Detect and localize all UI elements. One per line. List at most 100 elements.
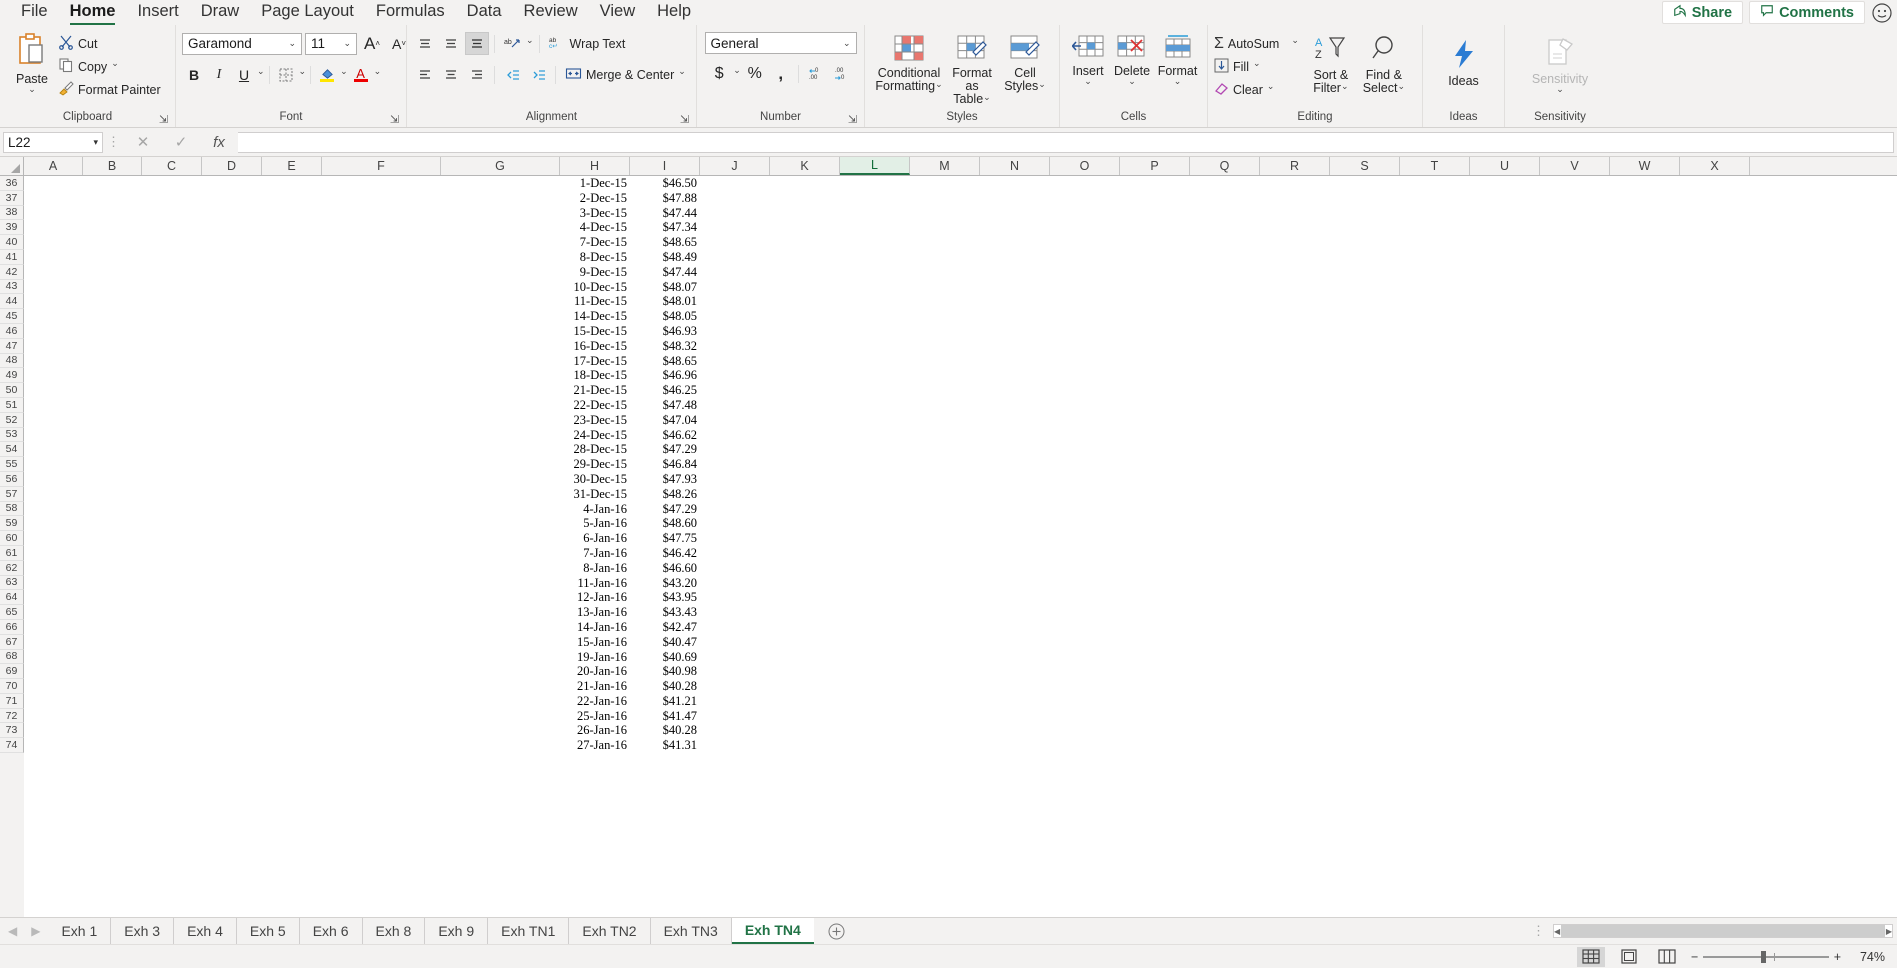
cell-K70[interactable] (770, 679, 840, 694)
column-header-p[interactable]: P (1120, 157, 1190, 175)
row-header[interactable]: 72 (0, 708, 24, 724)
cell-V53[interactable] (1540, 428, 1610, 443)
cell-G55[interactable] (441, 457, 560, 472)
cell-R56[interactable] (1260, 472, 1330, 487)
cell-V41[interactable] (1540, 250, 1610, 265)
cell-W59[interactable] (1610, 516, 1680, 531)
cell-R71[interactable] (1260, 694, 1330, 709)
cell-I42[interactable]: $47.44 (630, 265, 700, 280)
cell-A52[interactable] (24, 413, 83, 428)
cell-I51[interactable]: $47.48 (630, 398, 700, 413)
cell-U58[interactable] (1470, 502, 1540, 517)
cell-E50[interactable] (262, 383, 322, 398)
cell-I57[interactable]: $48.26 (630, 487, 700, 502)
cell-J38[interactable] (700, 206, 770, 221)
cell-I43[interactable]: $48.07 (630, 280, 700, 295)
cell-H65[interactable]: 13-Jan-16 (560, 605, 630, 620)
cell-G47[interactable] (441, 339, 560, 354)
cell-O45[interactable] (1050, 309, 1120, 324)
cell-W54[interactable] (1610, 442, 1680, 457)
cell-T53[interactable] (1400, 428, 1470, 443)
cell-E54[interactable] (262, 442, 322, 457)
font-name-combo[interactable]: Garamond ⌄ (182, 32, 302, 55)
feedback-smiley-icon[interactable] (1871, 2, 1893, 24)
cell-M69[interactable] (910, 664, 980, 679)
cell-U55[interactable] (1470, 457, 1540, 472)
row-header[interactable]: 39 (0, 220, 24, 236)
cell-V66[interactable] (1540, 620, 1610, 635)
sheet-tab-exh-3[interactable]: Exh 3 (111, 918, 175, 944)
select-all-corner[interactable] (0, 157, 24, 175)
cell-C64[interactable] (142, 590, 202, 605)
cell-R45[interactable] (1260, 309, 1330, 324)
cell-K57[interactable] (770, 487, 840, 502)
format-as-table-button[interactable]: Format as Table (943, 32, 1001, 109)
cell-L41[interactable] (840, 250, 910, 265)
cell-K63[interactable] (770, 576, 840, 591)
cell-W48[interactable] (1610, 354, 1680, 369)
cell-A46[interactable] (24, 324, 83, 339)
cell-R37[interactable] (1260, 191, 1330, 206)
cell-J50[interactable] (700, 383, 770, 398)
cell-T59[interactable] (1400, 516, 1470, 531)
cell-E40[interactable] (262, 235, 322, 250)
cell-T74[interactable] (1400, 738, 1470, 753)
cell-M54[interactable] (910, 442, 980, 457)
cell-G71[interactable] (441, 694, 560, 709)
cell-P73[interactable] (1120, 723, 1190, 738)
cell-F69[interactable] (322, 664, 441, 679)
cell-X42[interactable] (1680, 265, 1750, 280)
conditional-formatting-button[interactable]: Conditional Formatting (875, 32, 943, 96)
cell-M40[interactable] (910, 235, 980, 250)
copy-chevron-down-icon[interactable] (111, 61, 119, 72)
cell-Q54[interactable] (1190, 442, 1260, 457)
cell-Q45[interactable] (1190, 309, 1260, 324)
cell-I72[interactable]: $41.47 (630, 709, 700, 724)
cell-F74[interactable] (322, 738, 441, 753)
cell-Q36[interactable] (1190, 176, 1260, 191)
cell-S56[interactable] (1330, 472, 1400, 487)
cell-C44[interactable] (142, 294, 202, 309)
cell-X65[interactable] (1680, 605, 1750, 620)
cell-K56[interactable] (770, 472, 840, 487)
cell-J54[interactable] (700, 442, 770, 457)
cell-M68[interactable] (910, 650, 980, 665)
number-dialog-launcher[interactable]: ⇲ (847, 115, 858, 126)
cell-U73[interactable] (1470, 723, 1540, 738)
cell-H51[interactable]: 22-Dec-15 (560, 398, 630, 413)
cell-N73[interactable] (980, 723, 1050, 738)
cell-P68[interactable] (1120, 650, 1190, 665)
cell-N68[interactable] (980, 650, 1050, 665)
cell-X70[interactable] (1680, 679, 1750, 694)
cell-U37[interactable] (1470, 191, 1540, 206)
cell-N66[interactable] (980, 620, 1050, 635)
column-header-v[interactable]: V (1540, 157, 1610, 175)
row-header[interactable]: 48 (0, 353, 24, 369)
cell-T67[interactable] (1400, 635, 1470, 650)
cell-A55[interactable] (24, 457, 83, 472)
cell-M71[interactable] (910, 694, 980, 709)
scroll-left-icon[interactable]: ◀ (1554, 927, 1560, 936)
cell-I74[interactable]: $41.31 (630, 738, 700, 753)
cell-J64[interactable] (700, 590, 770, 605)
cell-P42[interactable] (1120, 265, 1190, 280)
cell-P46[interactable] (1120, 324, 1190, 339)
cell-C69[interactable] (142, 664, 202, 679)
cell-F47[interactable] (322, 339, 441, 354)
ribbon-tab-review[interactable]: Review (513, 2, 589, 25)
align-left-button[interactable] (413, 63, 437, 86)
cell-H66[interactable]: 14-Jan-16 (560, 620, 630, 635)
cell-H46[interactable]: 15-Dec-15 (560, 324, 630, 339)
cell-I65[interactable]: $43.43 (630, 605, 700, 620)
cell-R69[interactable] (1260, 664, 1330, 679)
cell-A43[interactable] (24, 280, 83, 295)
cell-C67[interactable] (142, 635, 202, 650)
cell-W72[interactable] (1610, 709, 1680, 724)
cell-G68[interactable] (441, 650, 560, 665)
cell-F54[interactable] (322, 442, 441, 457)
sheet-tab-exh-9[interactable]: Exh 9 (425, 918, 489, 944)
cell-S67[interactable] (1330, 635, 1400, 650)
cell-A39[interactable] (24, 220, 83, 235)
cell-H58[interactable]: 4-Jan-16 (560, 502, 630, 517)
cell-R58[interactable] (1260, 502, 1330, 517)
